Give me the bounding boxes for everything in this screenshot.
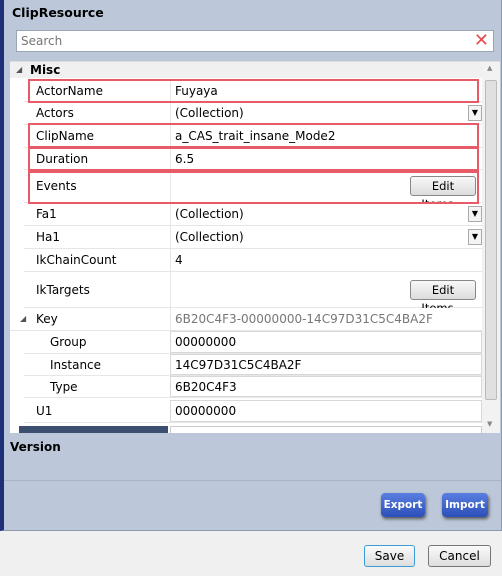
clear-search-icon[interactable]: ✕ — [474, 31, 489, 51]
property-row-key[interactable]: ◢ Key 6B20C4F3-00000000-14C97D31C5C4BA2F — [10, 308, 482, 331]
property-label: ActorName — [36, 83, 103, 98]
scroll-up-arrow-icon[interactable]: ▲ — [487, 64, 492, 72]
grid-splitter[interactable] — [19, 426, 168, 433]
search-input[interactable] — [17, 31, 457, 51]
property-row-group[interactable]: Group 00000000 — [24, 331, 482, 354]
save-button[interactable]: Save — [364, 545, 415, 567]
property-row-ikchaincount[interactable]: IkChainCount 4 — [24, 249, 482, 272]
dropdown-arrow-icon[interactable]: ▼ — [468, 105, 482, 121]
partial-row — [170, 426, 482, 433]
property-value[interactable]: 6B20C4F3 — [170, 376, 482, 397]
search-box: ✕ — [16, 30, 494, 52]
edit-items-button[interactable]: Edit Items... — [410, 280, 476, 315]
property-value[interactable]: 14C97D31C5C4BA2F — [170, 354, 482, 375]
category-label: Misc — [30, 63, 61, 77]
property-value[interactable]: a_CAS_trait_insane_Mode2 — [170, 125, 482, 147]
property-value: 6B20C4F3-00000000-14C97D31C5C4BA2F — [170, 308, 482, 330]
property-label: Duration — [36, 151, 89, 166]
property-value[interactable]: (Collection) — [170, 102, 482, 124]
property-row-actorname[interactable]: ActorName Fuyaya — [24, 80, 482, 102]
version-section-label: Version — [10, 440, 61, 454]
property-label: Key — [36, 312, 58, 326]
dropdown-arrow-icon[interactable]: ▼ — [468, 206, 482, 222]
property-label: ClipName — [36, 129, 95, 143]
property-label: IkTargets — [36, 282, 90, 297]
property-value[interactable]: (Collection) — [170, 203, 482, 225]
property-row-events[interactable]: Events Edit Items... — [24, 170, 482, 211]
property-label: Events — [36, 179, 77, 193]
property-row-duration[interactable]: Duration 6.5 — [24, 148, 482, 170]
cancel-button[interactable]: Cancel — [428, 545, 491, 567]
collapse-triangle-icon[interactable]: ◢ — [20, 314, 26, 323]
scrollbar-thumb[interactable] — [485, 80, 497, 400]
property-value[interactable]: 00000000 — [170, 400, 482, 422]
property-row-clipname[interactable]: ClipName a_CAS_trait_insane_Mode2 — [24, 125, 482, 148]
dropdown-arrow-icon[interactable]: ▼ — [468, 229, 482, 245]
property-label: Fa1 — [36, 207, 57, 221]
scroll-down-arrow-icon[interactable]: ▼ — [487, 420, 492, 428]
divider — [4, 480, 501, 481]
export-button[interactable]: Export — [381, 493, 425, 517]
property-row-ha1[interactable]: Ha1 (Collection) ▼ — [24, 226, 482, 249]
property-row-iktargets[interactable]: IkTargets Edit Items... — [24, 272, 482, 315]
property-label: Group — [50, 335, 87, 349]
property-label: Instance — [50, 357, 102, 372]
property-label: Type — [50, 379, 78, 394]
property-value[interactable]: 00000000 — [170, 331, 482, 353]
property-row-u1[interactable]: U1 00000000 — [24, 400, 482, 423]
property-row-type[interactable]: Type 6B20C4F3 — [24, 376, 482, 398]
property-grid: ◢ Misc ActorName Fuyaya Actors (Collection)… — [10, 61, 500, 433]
property-value[interactable]: (Collection) — [170, 226, 482, 248]
edit-items-button[interactable]: Edit Items... — [410, 176, 476, 211]
property-value[interactable]: 6.5 — [170, 148, 482, 169]
panel-title: ClipResource — [12, 5, 104, 20]
property-value[interactable]: Fuyaya — [170, 80, 482, 101]
vertical-scrollbar[interactable]: ▲ ▼ — [482, 62, 500, 433]
property-value[interactable]: 4 — [170, 249, 482, 271]
clip-resource-panel: ClipResource ✕ ◢ Misc ActorName Fuyaya Act… — [0, 0, 502, 531]
category-misc[interactable]: ◢ Misc — [10, 62, 482, 78]
property-label: IkChainCount — [36, 253, 117, 267]
collapse-triangle-icon[interactable]: ◢ — [16, 62, 22, 78]
property-label: Ha1 — [36, 230, 61, 244]
property-row-instance[interactable]: Instance 14C97D31C5C4BA2F — [24, 354, 482, 376]
property-label: U1 — [36, 404, 53, 418]
property-row-fa1[interactable]: Fa1 (Collection) ▼ — [24, 203, 482, 226]
property-label: Actors — [36, 106, 74, 120]
import-button[interactable]: Import — [442, 493, 488, 517]
property-row-actors[interactable]: Actors (Collection) ▼ — [24, 102, 482, 125]
